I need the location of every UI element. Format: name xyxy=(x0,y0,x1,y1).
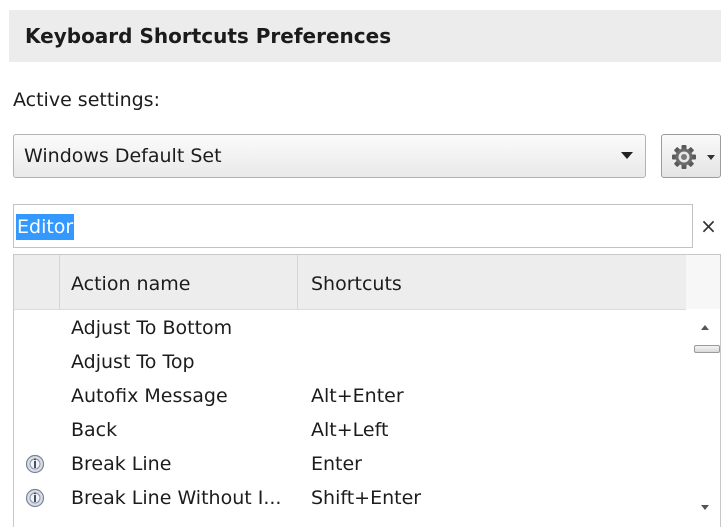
column-header-action-name[interactable]: Action name xyxy=(71,255,190,309)
info-icon xyxy=(25,488,45,508)
action-name-cell: Break Line xyxy=(71,453,172,475)
settings-menu-button[interactable] xyxy=(661,134,721,178)
panel-title: Keyboard Shortcuts Preferences xyxy=(25,24,392,48)
table-row[interactable]: Back Alt+Left xyxy=(14,413,686,447)
clear-filter-button[interactable]: × xyxy=(696,204,721,248)
column-header-shortcuts[interactable]: Shortcuts xyxy=(311,255,402,309)
table-header-corner xyxy=(686,255,720,309)
panel-header: Keyboard Shortcuts Preferences xyxy=(9,10,721,62)
action-name-cell: Adjust To Top xyxy=(71,351,195,373)
action-name-cell: Back xyxy=(71,419,118,441)
gear-icon xyxy=(672,145,696,169)
table-row[interactable]: Adjust To Top xyxy=(14,345,686,379)
table-row[interactable]: Break Line Without I... Shift+Enter xyxy=(14,481,686,515)
vertical-scrollbar[interactable] xyxy=(688,311,720,527)
active-settings-label: Active settings: xyxy=(13,89,160,111)
scroll-down-icon[interactable] xyxy=(701,505,709,510)
active-settings-value: Windows Default Set xyxy=(24,145,222,167)
filter-input[interactable]: Editor xyxy=(13,204,693,248)
filter-input-value: Editor xyxy=(16,214,75,240)
table-header: Action name Shortcuts xyxy=(14,255,686,310)
scrollbar-thumb[interactable] xyxy=(694,345,720,353)
info-icon xyxy=(25,454,45,474)
chevron-down-icon xyxy=(621,152,633,159)
action-name-cell: Autofix Message xyxy=(71,385,228,407)
action-name-cell: Break Line Without I... xyxy=(71,487,282,509)
shortcut-cell: Alt+Enter xyxy=(311,385,404,407)
shortcut-cell: Enter xyxy=(311,453,362,475)
table-row[interactable]: Adjust To Bottom xyxy=(14,311,686,345)
table-row[interactable]: Break Line Enter xyxy=(14,447,686,481)
caret-down-icon xyxy=(707,155,715,160)
column-separator xyxy=(297,255,298,309)
scroll-up-icon[interactable] xyxy=(701,325,709,330)
active-settings-dropdown[interactable]: Windows Default Set xyxy=(13,134,646,178)
shortcut-cell: Alt+Left xyxy=(311,419,389,441)
shortcuts-table: Action name Shortcuts Adjust To Bottom A… xyxy=(13,254,721,527)
column-separator xyxy=(59,255,60,309)
shortcut-cell: Shift+Enter xyxy=(311,487,422,509)
action-name-cell: Adjust To Bottom xyxy=(71,317,233,339)
table-row[interactable]: Autofix Message Alt+Enter xyxy=(14,379,686,413)
